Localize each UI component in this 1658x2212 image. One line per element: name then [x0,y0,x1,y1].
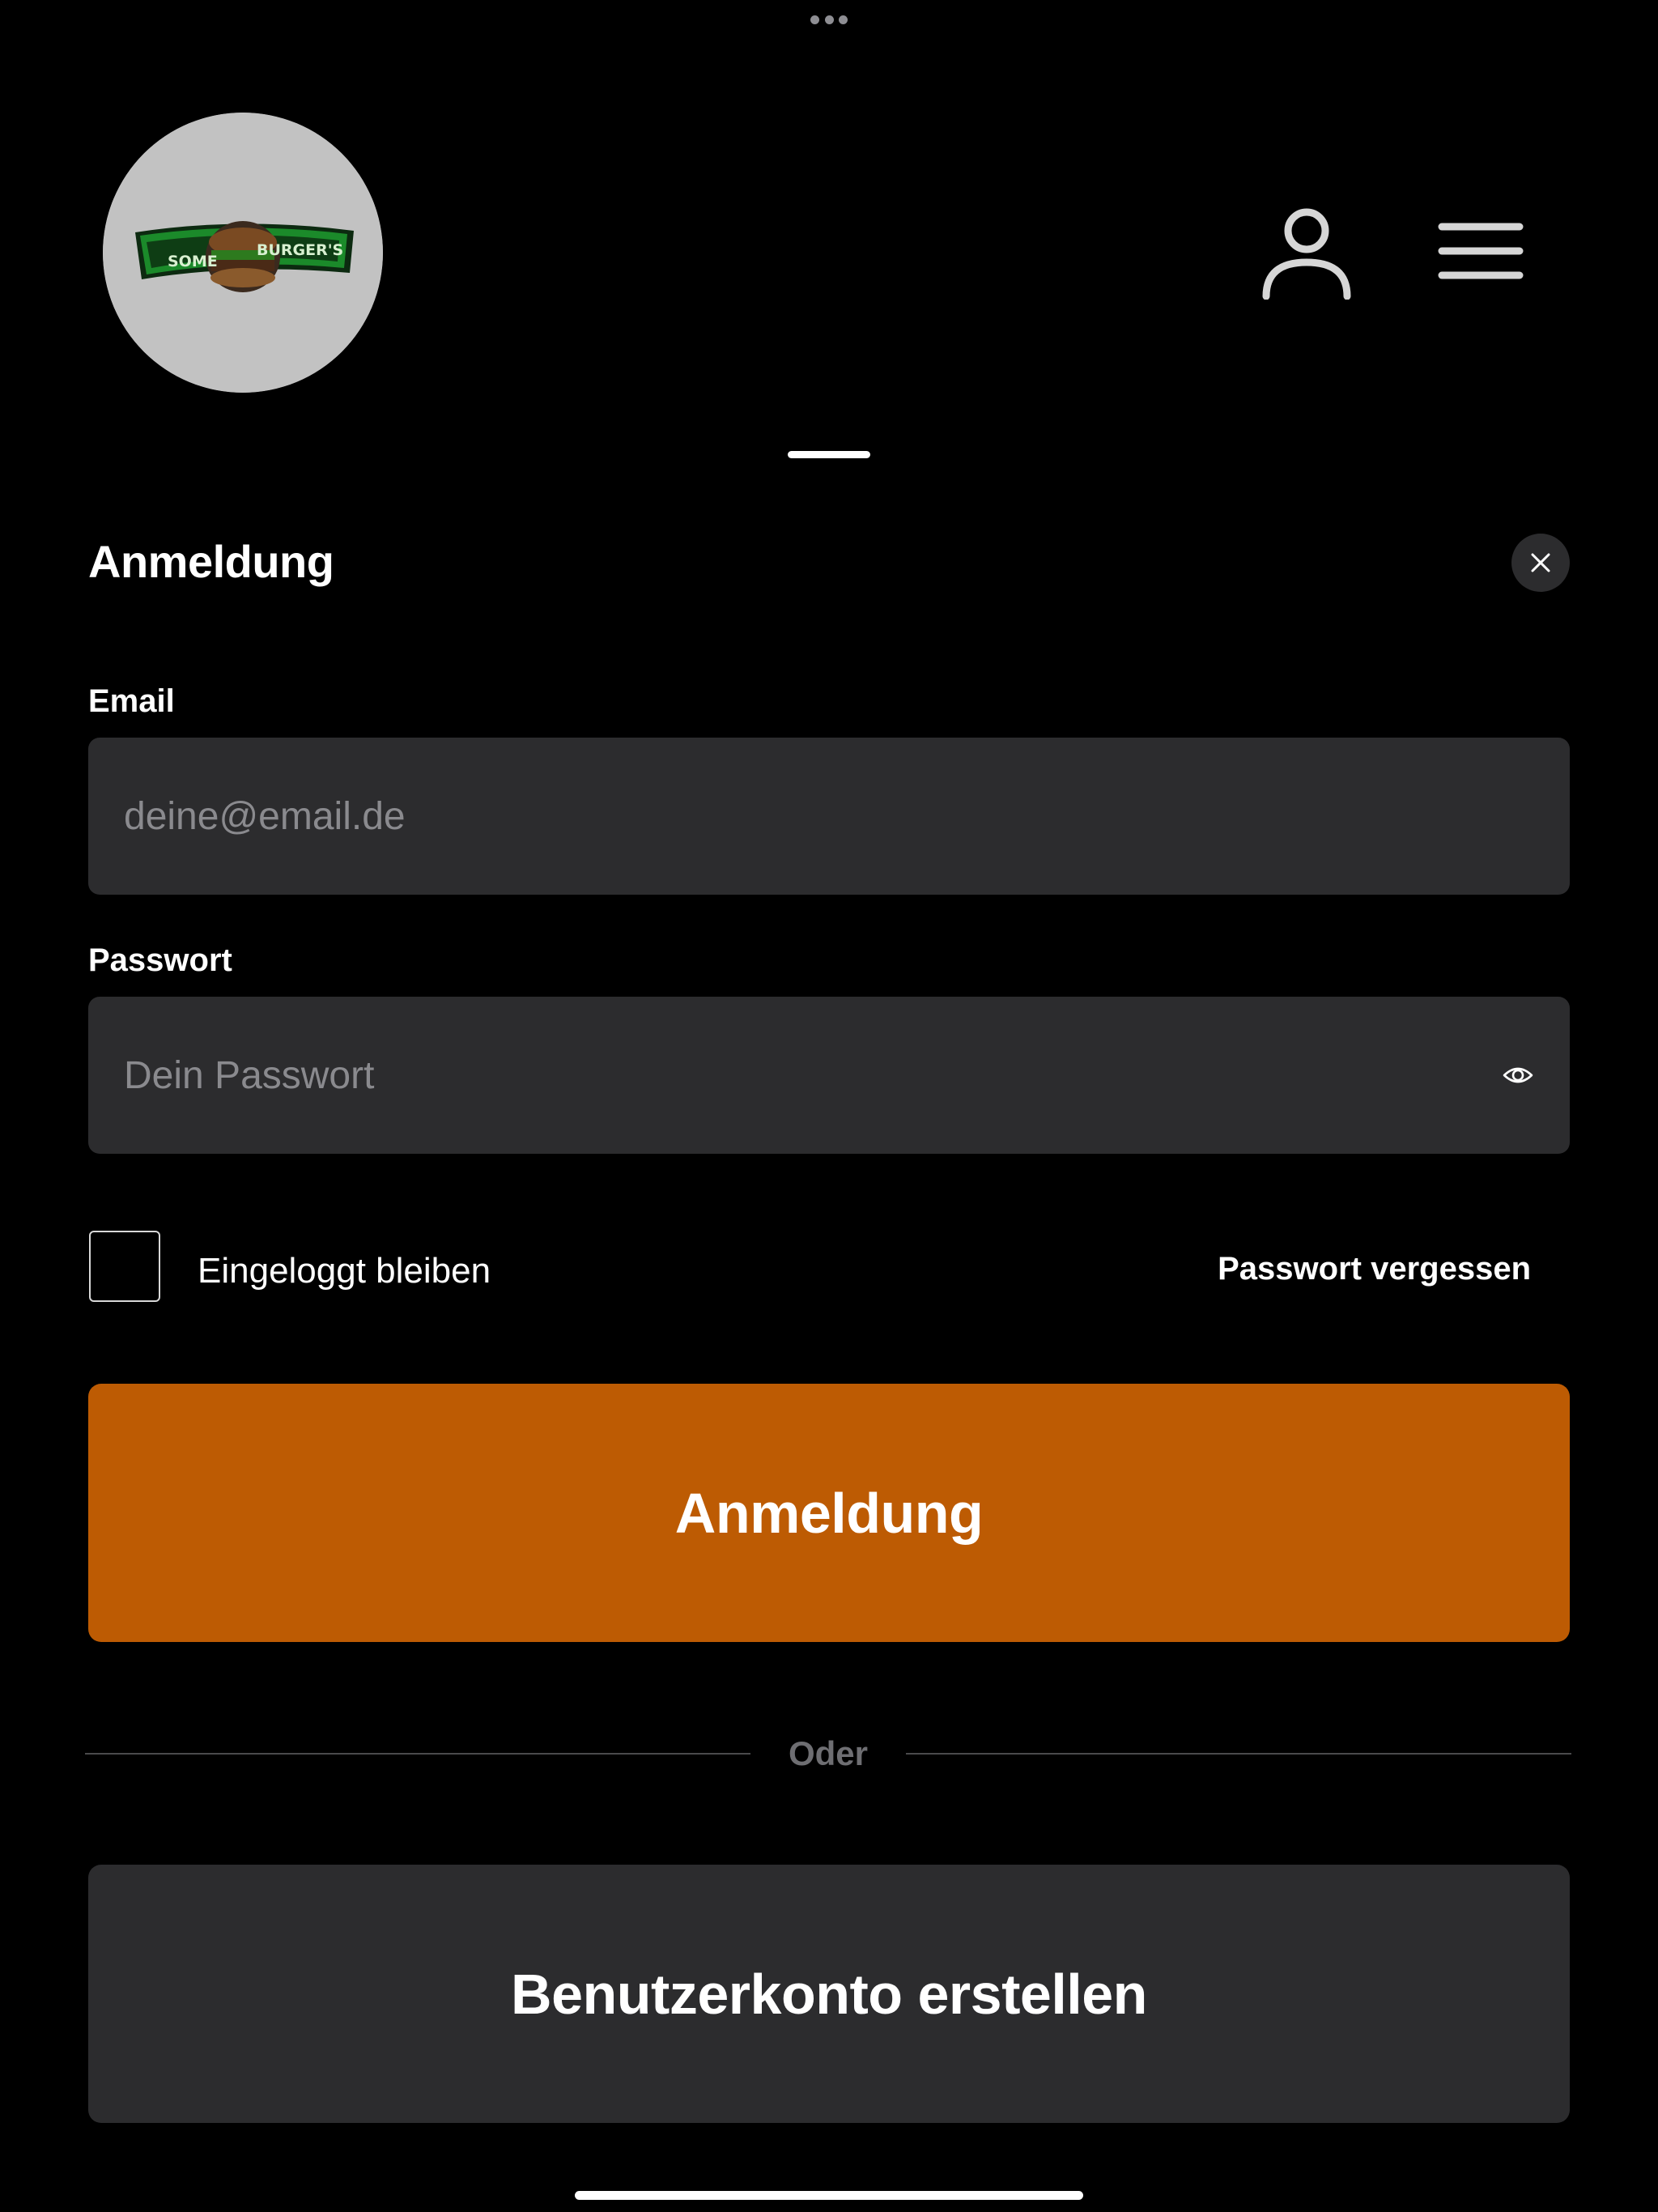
multitasking-dots-icon[interactable] [810,15,848,24]
login-button[interactable]: Anmeldung [88,1384,1570,1642]
logo-graphic: SOME BURGER'S [103,113,383,393]
user-account-icon[interactable] [1260,206,1354,300]
divider-text: Oder [788,1734,869,1772]
remember-me-checkbox[interactable] [89,1231,160,1302]
forgot-password-link[interactable]: Passwort vergessen [1218,1249,1531,1289]
divider-line-left [85,1753,750,1755]
close-button[interactable] [1511,534,1570,592]
close-icon [1531,553,1550,572]
logo-text-right: BURGER'S [257,241,343,259]
password-field-container[interactable] [88,997,1570,1154]
sheet-drag-handle[interactable] [788,451,870,458]
logo-text-left: SOME [168,253,218,270]
eye-icon[interactable] [1502,1059,1534,1091]
sheet-title: Anmeldung [88,536,334,587]
home-indicator[interactable] [575,2191,1083,2200]
divider-line-right [906,1753,1571,1755]
restaurant-logo[interactable]: SOME BURGER'S [103,113,383,393]
email-field-container[interactable] [88,738,1570,895]
password-field[interactable] [124,1053,1486,1098]
create-account-button[interactable]: Benutzerkonto erstellen [88,1865,1570,2123]
email-label: Email [88,683,175,719]
remember-me-label: Eingeloggt bleiben [198,1251,491,1291]
hamburger-menu-icon[interactable] [1438,219,1524,283]
password-label: Passwort [88,942,232,978]
email-field[interactable] [124,793,1534,839]
